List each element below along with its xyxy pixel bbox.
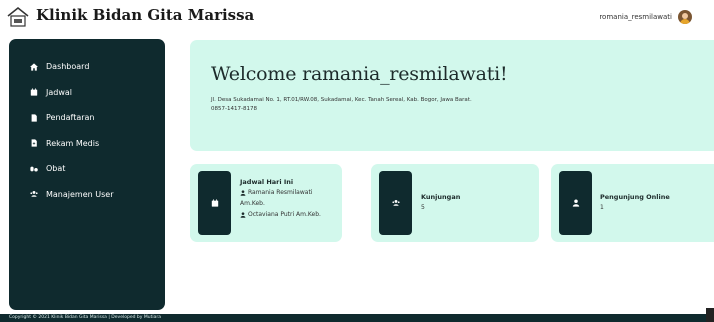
schedule-entry: Octaviana Putri Am.Keb. — [240, 211, 321, 218]
visits-card: Kunjungan 5 — [371, 164, 539, 242]
schedule-entry-continued: Am.Keb. — [240, 200, 265, 207]
user-avatar-icon[interactable] — [678, 10, 692, 24]
schedule-entry-name: Octaviana Putri Am.Keb. — [248, 211, 321, 218]
schedule-card-title: Jadwal Hari Ini — [240, 178, 294, 186]
sidebar: Dashboard Jadwal Pendaftaran Rekam Medis… — [9, 39, 165, 310]
sidebar-item-pendaftaran[interactable]: Pendaftaran — [9, 105, 165, 131]
footer: Copyright © 2021 Klinik Bidan Gita Maris… — [0, 314, 706, 322]
app-brand-title[interactable]: Klinik Bidan Gita Marissa — [36, 6, 254, 24]
sidebar-item-manajemen-user[interactable]: Manajemen User — [9, 182, 165, 208]
sidebar-item-dashboard[interactable]: Dashboard — [9, 54, 165, 80]
clinic-house-icon — [6, 6, 30, 28]
schedule-entry-name: Ramania Resmilawati — [248, 189, 313, 196]
schedule-today-card: Jadwal Hari Ini Ramania Resmilawati Am.K… — [190, 164, 342, 242]
online-visitors-card: Pengunjung Online 1 — [551, 164, 714, 242]
sidebar-item-label: Rekam Medis — [46, 138, 100, 148]
schedule-entry: Ramania Resmilawati — [240, 189, 312, 196]
page-corner-marker — [706, 308, 714, 322]
home-icon — [28, 63, 40, 71]
file-medical-icon — [28, 139, 40, 147]
users-icon — [379, 171, 412, 235]
sidebar-item-label: Obat — [46, 164, 66, 174]
online-visitors-title: Pengunjung Online — [600, 193, 670, 201]
visits-card-title: Kunjungan — [421, 193, 461, 201]
user-icon — [559, 171, 592, 235]
visits-count: 5 — [421, 204, 425, 211]
midwife-icon — [240, 189, 246, 196]
username-label[interactable]: romania_resmilawati — [599, 13, 672, 21]
calendar-icon — [198, 171, 231, 235]
midwife-icon — [240, 211, 246, 218]
clinic-phone: 0857-1417-8178 — [211, 106, 257, 112]
sidebar-item-label: Pendaftaran — [46, 113, 95, 123]
pills-icon — [28, 165, 40, 173]
sidebar-item-obat[interactable]: Obat — [9, 156, 165, 182]
sidebar-item-label: Dashboard — [46, 62, 90, 72]
file-icon — [28, 114, 40, 122]
footer-copyright: Copyright © 2021 Klinik Bidan Gita Maris… — [9, 315, 161, 320]
clinic-address-block: Jl. Desa Sukadamai No. 1, RT.01/RW.08, S… — [211, 96, 472, 114]
sidebar-item-rekam-medis[interactable]: Rekam Medis — [9, 131, 165, 157]
sidebar-item-label: Manajemen User — [46, 189, 114, 199]
welcome-heading: Welcome ramania_resmilawati! — [211, 63, 508, 85]
schedule-entry-title: Am.Keb. — [240, 200, 265, 207]
online-visitors-count: 1 — [600, 204, 604, 211]
clinic-address: Jl. Desa Sukadamai No. 1, RT.01/RW.08, S… — [211, 97, 472, 103]
sidebar-item-jadwal[interactable]: Jadwal — [9, 80, 165, 106]
users-icon — [28, 190, 40, 198]
sidebar-item-label: Jadwal — [46, 87, 73, 97]
welcome-panel: Welcome ramania_resmilawati! Jl. Desa Su… — [190, 40, 714, 151]
top-bar: Klinik Bidan Gita Marissa romania_resmil… — [0, 0, 714, 36]
calendar-icon — [28, 88, 40, 96]
